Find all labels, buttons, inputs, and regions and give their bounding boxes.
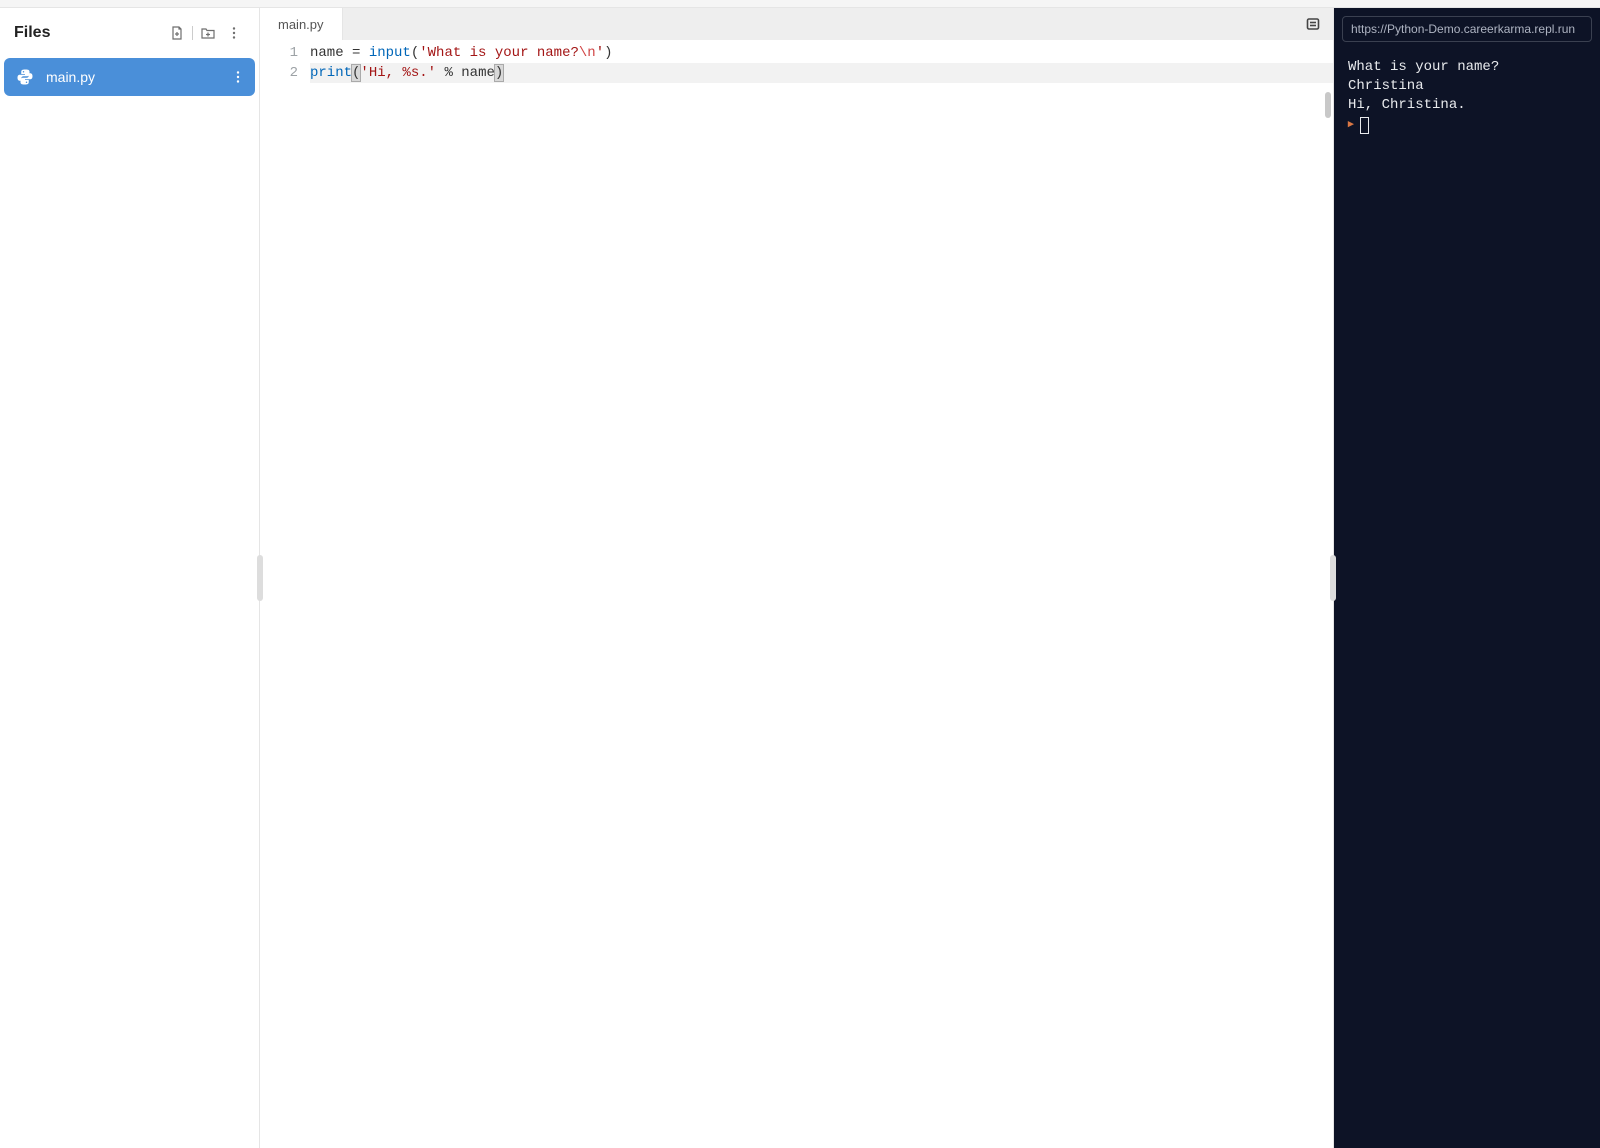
sidebar-actions [166,22,245,44]
new-folder-button[interactable] [197,22,219,44]
file-name: main.py [46,69,95,85]
code-line-2[interactable]: print('Hi, %s.' % name) [310,63,1333,83]
terminal-panel: https://Python-Demo.careerkarma.repl.run… [1334,8,1600,1148]
resize-handle-right[interactable] [1330,555,1336,601]
toolbar-divider [192,26,193,40]
file-more-button[interactable] [229,68,247,86]
resize-handle-left[interactable] [257,555,263,601]
terminal-output-line: Hi, Christina. [1348,96,1586,115]
code-line-1[interactable]: name = input('What is your name?\n') [310,43,1333,63]
terminal-body[interactable]: What is your name? Christina Hi, Christi… [1334,46,1600,1148]
python-icon [16,68,34,86]
line-gutter: 1 2 [260,40,310,1148]
line-number: 1 [260,43,298,63]
files-sidebar: Files [0,8,260,1148]
terminal-prompt[interactable]: ▸ [1348,117,1586,134]
file-item-main-py[interactable]: main.py [4,58,255,96]
code-area[interactable]: name = input('What is your name?\n') pri… [310,40,1333,1148]
sidebar-title: Files [14,24,50,42]
editor-scrollbar[interactable] [1325,92,1331,118]
tab-main-py[interactable]: main.py [260,8,343,40]
terminal-output-line: What is your name? [1348,58,1586,77]
more-vertical-icon [231,70,245,84]
sidebar-header: Files [4,14,255,58]
terminal-url-bar[interactable]: https://Python-Demo.careerkarma.repl.run [1342,16,1592,42]
line-number: 2 [260,63,298,83]
wrap-icon [1305,16,1321,32]
new-file-button[interactable] [166,22,188,44]
ide-container: Files [0,7,1600,1148]
editor-body[interactable]: 1 2 name = input('What is your name?\n')… [260,40,1333,1148]
prompt-arrow-icon: ▸ [1348,118,1354,133]
editor-options-button[interactable] [1303,14,1323,34]
more-vertical-icon [227,26,241,40]
new-file-icon [169,25,185,41]
editor-tabs: main.py [260,8,1333,40]
editor-panel: main.py 1 2 name = input('What is your n… [260,8,1334,1148]
new-folder-icon [200,25,216,41]
terminal-cursor [1360,117,1369,134]
sidebar-more-button[interactable] [223,22,245,44]
terminal-output-line: Christina [1348,77,1586,96]
